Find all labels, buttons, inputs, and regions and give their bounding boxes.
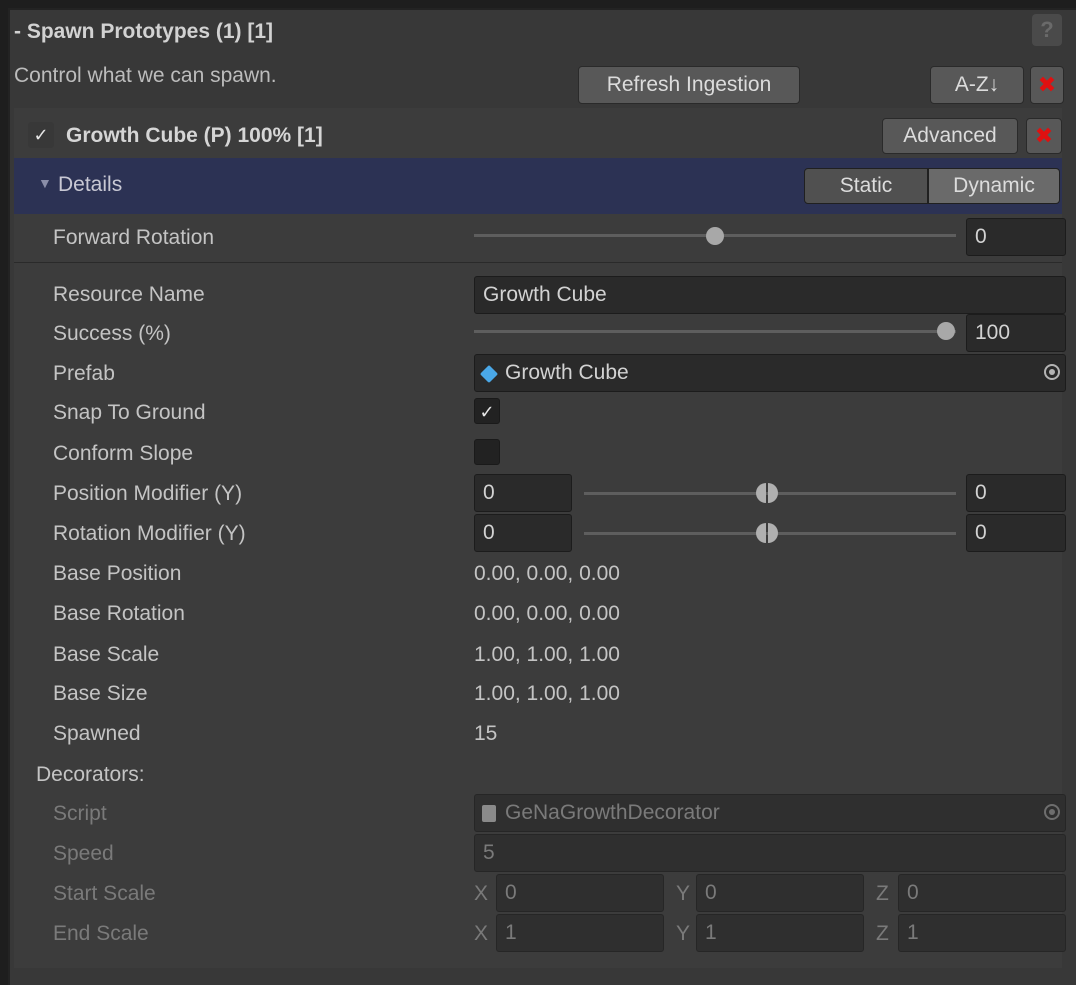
base-rotation-label: Base Rotation [53, 602, 185, 625]
resource-name-field[interactable]: Growth Cube [474, 276, 1066, 314]
base-scale-label: Base Scale [53, 643, 160, 666]
decorators-heading: Decorators: [36, 763, 145, 786]
close-icon: ✖ [1034, 123, 1054, 148]
script-object-field[interactable]: GeNaGrowthDecorator [474, 794, 1066, 832]
divider [14, 262, 1062, 263]
success-slider-handle[interactable] [937, 322, 955, 340]
start-scale-z-field[interactable]: 0 [898, 874, 1066, 912]
conform-slope-checkbox[interactable] [474, 439, 500, 465]
remove-all-button[interactable]: ✖ [1030, 66, 1064, 104]
spawned-label: Spawned [53, 722, 141, 745]
end-scale-x-label: X [474, 922, 489, 945]
foldout-arrow-icon: ▼ [38, 175, 52, 191]
end-scale-z-field[interactable]: 1 [898, 914, 1066, 952]
start-scale-y-label: Y [676, 882, 691, 905]
resource-name-label: Resource Name [53, 283, 205, 306]
script-icon [482, 805, 496, 822]
start-scale-x-label: X [474, 882, 489, 905]
base-position-label: Base Position [53, 562, 182, 585]
success-slider-track[interactable] [474, 330, 956, 333]
position-modifier-max-field[interactable]: 0 [966, 474, 1066, 512]
speed-field[interactable]: 5 [474, 834, 1066, 872]
dynamic-toggle[interactable]: Dynamic [928, 168, 1060, 204]
forward-rotation-field[interactable]: 0 [966, 218, 1066, 256]
sort-az-button[interactable]: A-Z↓ [930, 66, 1024, 104]
start-scale-y-field[interactable]: 0 [696, 874, 864, 912]
prototype-title[interactable]: Growth Cube (P) 100% [1] [66, 124, 323, 148]
base-size-value: 1.00, 1.00, 1.00 [474, 682, 620, 705]
help-button[interactable]: ? [1032, 14, 1062, 46]
rotation-modifier-min-field[interactable]: 0 [474, 514, 572, 552]
remove-prototype-button[interactable]: ✖ [1026, 118, 1062, 154]
close-icon: ✖ [1037, 72, 1057, 97]
prefab-label: Prefab [53, 362, 115, 385]
prototype-enabled-checkbox[interactable]: ✓ [28, 122, 54, 148]
end-scale-label: End Scale [53, 922, 149, 945]
start-scale-z-label: Z [876, 882, 889, 905]
section-subtitle: Control what we can spawn. [14, 64, 277, 87]
forward-rotation-slider-handle[interactable] [706, 227, 724, 245]
details-label: Details [58, 173, 123, 196]
advanced-button[interactable]: Advanced [882, 118, 1018, 154]
end-scale-z-label: Z [876, 922, 889, 945]
spawned-value: 15 [474, 722, 498, 745]
conform-slope-label: Conform Slope [53, 442, 194, 465]
success-label: Success (%) [53, 322, 171, 345]
object-picker-icon[interactable] [1044, 804, 1060, 820]
static-toggle[interactable]: Static [804, 168, 928, 204]
section-title[interactable]: - Spawn Prototypes (1) [1] [14, 20, 273, 44]
end-scale-y-field[interactable]: 1 [696, 914, 864, 952]
speed-label: Speed [53, 842, 114, 865]
start-scale-x-field[interactable]: 0 [496, 874, 664, 912]
end-scale-x-field[interactable]: 1 [496, 914, 664, 952]
start-scale-label: Start Scale [53, 882, 156, 905]
snap-to-ground-checkbox[interactable]: ✓ [474, 398, 500, 424]
rotation-modifier-label: Rotation Modifier (Y) [53, 522, 246, 545]
base-rotation-value: 0.00, 0.00, 0.00 [474, 602, 620, 625]
object-picker-icon[interactable] [1044, 364, 1060, 380]
prefab-object-field[interactable]: Growth Cube [474, 354, 1066, 392]
end-scale-y-label: Y [676, 922, 691, 945]
refresh-ingestion-button[interactable]: Refresh Ingestion [578, 66, 800, 104]
position-modifier-min-field[interactable]: 0 [474, 474, 572, 512]
base-position-value: 0.00, 0.00, 0.00 [474, 562, 620, 585]
position-modifier-label: Position Modifier (Y) [53, 482, 243, 505]
script-label: Script [53, 802, 107, 825]
rotation-modifier-max-field[interactable]: 0 [966, 514, 1066, 552]
base-scale-value: 1.00, 1.00, 1.00 [474, 643, 620, 666]
snap-to-ground-label: Snap To Ground [53, 401, 206, 424]
success-field[interactable]: 100 [966, 314, 1066, 352]
base-size-label: Base Size [53, 682, 148, 705]
forward-rotation-label: Forward Rotation [53, 226, 215, 249]
